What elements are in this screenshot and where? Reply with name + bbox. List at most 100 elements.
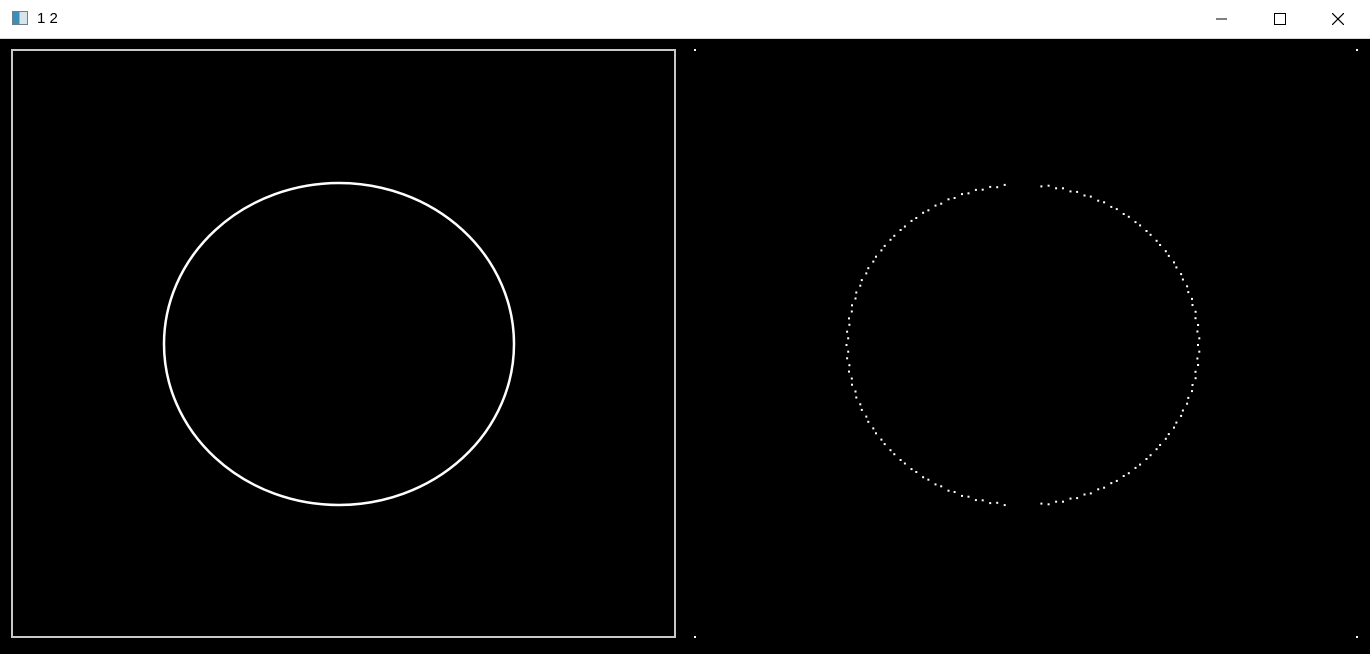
ellipse-dot	[1110, 482, 1113, 485]
ellipse-dot	[880, 249, 883, 252]
ellipse-dot	[915, 471, 918, 473]
ellipse-dot	[1196, 357, 1199, 360]
ellipse-dot	[880, 438, 883, 441]
title-bar[interactable]: 1 2	[0, 0, 1370, 39]
ellipse-dot	[961, 193, 963, 196]
ellipse-dot	[848, 370, 850, 373]
ellipse-dot	[915, 217, 918, 219]
ellipse-dot	[1180, 273, 1183, 276]
ellipse-dot	[893, 234, 896, 237]
ellipse-dot	[981, 188, 984, 191]
ellipse-dot	[889, 238, 892, 241]
ellipse-dot	[1167, 254, 1170, 257]
ellipse-dot	[855, 291, 858, 294]
ellipse-dot	[848, 317, 850, 320]
ellipse-dot	[1197, 324, 1200, 326]
ellipse-dot	[1187, 396, 1190, 399]
minimize-icon	[1216, 18, 1227, 20]
ellipse-dot	[1175, 266, 1178, 269]
ellipse-dot	[883, 244, 886, 247]
ellipse-dot	[1003, 504, 1006, 507]
app-icon	[12, 11, 28, 25]
ellipse-dot	[989, 185, 992, 188]
ellipse-dot	[1127, 472, 1130, 475]
minimize-button[interactable]	[1193, 0, 1251, 38]
ellipse-dot	[1115, 208, 1118, 211]
ellipse-dot	[1069, 190, 1072, 193]
corner-marker	[1356, 636, 1358, 638]
maximize-icon	[1274, 13, 1286, 25]
panel-image-1	[11, 49, 676, 638]
ellipse-dot	[1127, 215, 1130, 218]
ellipse-dot	[1103, 201, 1106, 204]
ellipse-dot	[1083, 493, 1086, 496]
ellipse-dot	[1103, 486, 1106, 489]
corner-markers	[694, 49, 1358, 638]
ellipse-dot	[847, 350, 850, 353]
ellipse-dot	[953, 197, 956, 199]
window-title: 1 2	[37, 10, 58, 27]
ellipse-dot	[859, 403, 862, 406]
ellipse-dot	[1145, 458, 1148, 460]
ellipse-dot	[910, 219, 913, 222]
ellipse-dot	[996, 186, 999, 189]
ellipse-dot	[940, 485, 943, 488]
ellipse-dot	[872, 260, 875, 263]
corner-marker	[694, 49, 696, 51]
ellipse-dot	[1076, 497, 1079, 500]
ellipse-dot	[1110, 205, 1113, 208]
ellipse-dot	[846, 357, 849, 360]
close-button[interactable]	[1309, 0, 1367, 38]
ellipse-dot	[865, 415, 868, 418]
ellipse-dot	[934, 204, 937, 207]
ellipse-dot	[1145, 230, 1148, 232]
ellipse-dot	[899, 459, 902, 461]
ellipse-dot	[865, 272, 868, 275]
ellipse-dot	[860, 279, 863, 282]
ellipse-dot	[981, 499, 984, 502]
ellipse-dot	[1181, 278, 1184, 281]
ellipse-dot	[1191, 297, 1193, 300]
ellipse-dot	[1173, 261, 1175, 264]
ellipse-dot	[967, 192, 970, 195]
ellipse-dot	[1089, 492, 1092, 495]
ellipse-dot	[961, 494, 963, 497]
ellipse-dot	[1134, 221, 1137, 224]
ellipse-dot	[848, 323, 851, 326]
ellipse-dot	[1186, 402, 1189, 405]
ellipse-dot	[1097, 199, 1100, 202]
ellipse-dot	[1139, 224, 1142, 227]
ellipse-dot	[855, 396, 858, 399]
solid-ellipse	[162, 181, 516, 507]
ellipse-dot	[875, 255, 877, 258]
ellipse-dot	[848, 364, 851, 367]
ellipse-dot	[1115, 479, 1118, 482]
ellipse-dot	[1194, 377, 1197, 380]
ellipse-dot	[854, 297, 857, 300]
ellipse-dot	[1089, 195, 1092, 198]
ellipse-dot	[1196, 330, 1199, 333]
ellipse-dot	[922, 476, 925, 479]
ellipse-dot	[1139, 463, 1142, 466]
ellipse-dot	[1149, 454, 1152, 457]
ellipse-dot	[1155, 239, 1158, 242]
ellipse-dot	[1040, 502, 1043, 505]
ellipse-dot	[940, 202, 943, 205]
ellipse-dot	[1194, 370, 1197, 373]
ellipse-dot	[1047, 503, 1050, 506]
ellipse-dot	[953, 491, 956, 493]
ellipse-dot	[927, 209, 930, 212]
ellipse-dot	[854, 390, 857, 393]
ellipse-dot	[974, 188, 977, 191]
ellipse-dot	[1149, 233, 1152, 236]
ellipse-dot	[903, 225, 906, 228]
image-display	[11, 49, 1358, 638]
ellipse-dot	[1186, 285, 1189, 288]
ellipse-dot	[859, 284, 862, 287]
ellipse-dot	[1198, 337, 1201, 340]
maximize-button[interactable]	[1251, 0, 1309, 38]
ellipse-dot	[1173, 426, 1175, 429]
ellipse-dot	[1191, 304, 1194, 306]
ellipse-dot	[883, 443, 886, 446]
ellipse-dot	[867, 267, 870, 270]
